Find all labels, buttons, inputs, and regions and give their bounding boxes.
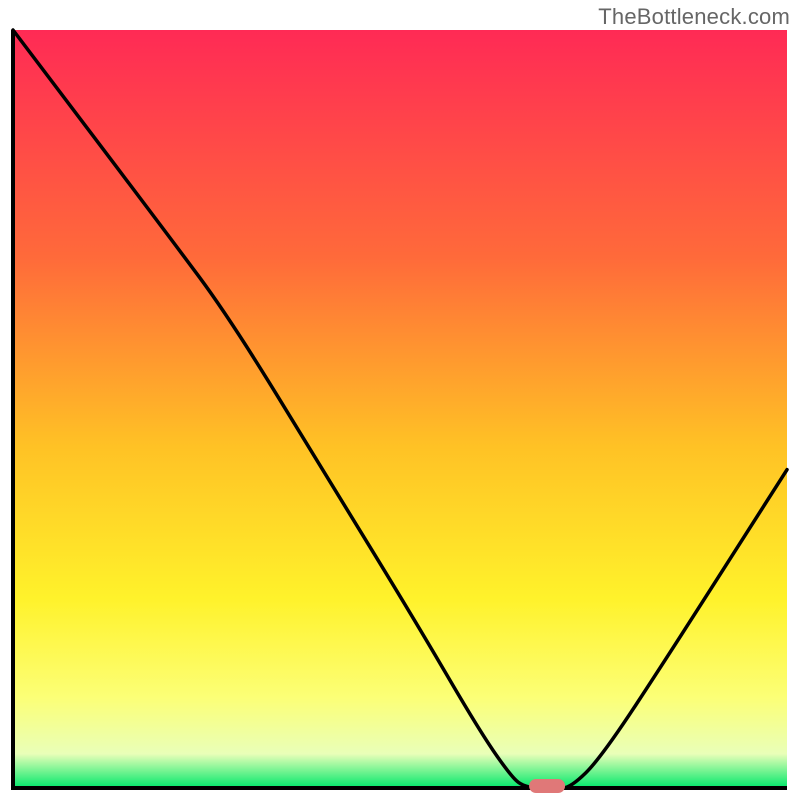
watermark-label: TheBottleneck.com xyxy=(598,4,790,30)
chart-canvas xyxy=(0,0,800,800)
plot-background xyxy=(13,30,787,788)
optimal-marker xyxy=(529,779,565,793)
